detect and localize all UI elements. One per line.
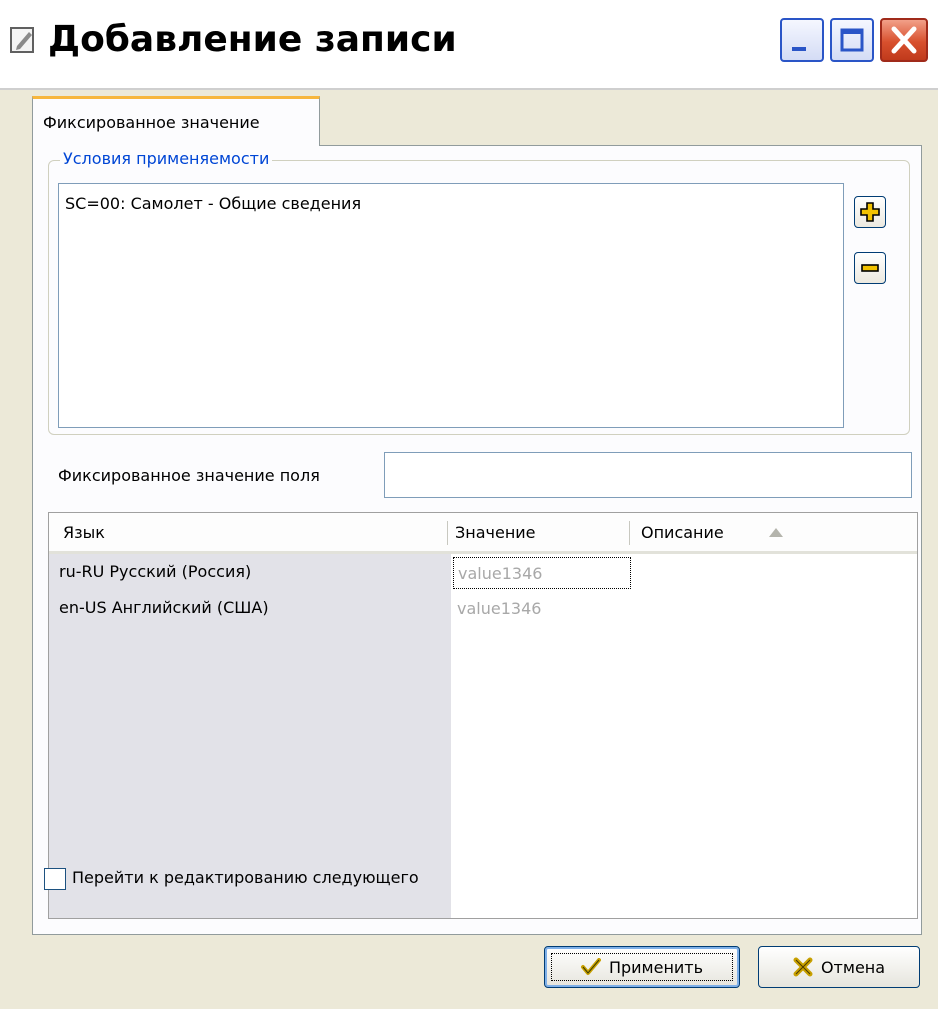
list-item[interactable]: SC=00: Самолет - Общие сведения	[65, 194, 361, 213]
column-header-language[interactable]: Язык	[63, 523, 105, 542]
close-button[interactable]	[880, 18, 928, 62]
window-title: Добавление записи	[48, 19, 457, 60]
table-cell-value[interactable]: value1346	[453, 557, 631, 589]
column-header-description[interactable]: Описание	[641, 523, 724, 542]
column-divider[interactable]	[447, 521, 448, 545]
minus-icon	[861, 264, 879, 272]
plus-icon	[860, 202, 880, 222]
cross-icon	[793, 957, 813, 977]
title-bar[interactable]: Добавление записи	[0, 0, 938, 90]
minimize-button[interactable]	[780, 18, 824, 62]
table-row-language: en-US Английский (США)	[59, 598, 269, 617]
column-header-value[interactable]: Значение	[455, 523, 536, 542]
add-condition-button[interactable]	[854, 196, 886, 228]
edit-document-icon	[10, 24, 36, 54]
table-cell-value[interactable]: value1346	[453, 593, 631, 625]
column-divider[interactable]	[629, 521, 630, 545]
fixed-value-label: Фиксированное значение поля	[58, 466, 320, 485]
sort-ascending-icon	[769, 528, 783, 537]
tab-fixed-value[interactable]: Фиксированное значение	[32, 96, 320, 146]
remove-condition-button[interactable]	[854, 252, 886, 284]
minimize-icon	[792, 47, 806, 51]
maximize-icon	[840, 28, 864, 52]
edit-next-checkbox[interactable]	[44, 868, 66, 890]
table-row-language: ru-RU Русский (Россия)	[59, 562, 252, 581]
fixed-value-input[interactable]	[384, 452, 912, 498]
cancel-button-label: Отмена	[820, 957, 886, 977]
maximize-button[interactable]	[830, 18, 874, 62]
cancel-button[interactable]: Отмена	[758, 946, 920, 988]
grid-header: Язык Значение Описание	[49, 513, 917, 554]
dialog-window: Добавление записи Фиксированное значение…	[0, 0, 938, 1009]
tab-label: Фиксированное значение	[43, 113, 260, 132]
apply-button[interactable]: Применить	[544, 946, 740, 988]
focus-rectangle	[551, 953, 733, 981]
close-icon	[891, 26, 917, 54]
conditions-list[interactable]: SC=00: Самолет - Общие сведения	[58, 183, 844, 428]
edit-next-label[interactable]: Перейти к редактированию следующего	[72, 868, 419, 887]
language-grid[interactable]: Язык Значение Описание ru-RU Русский (Ро…	[48, 512, 918, 919]
conditions-legend: Условия применяемости	[60, 149, 273, 168]
